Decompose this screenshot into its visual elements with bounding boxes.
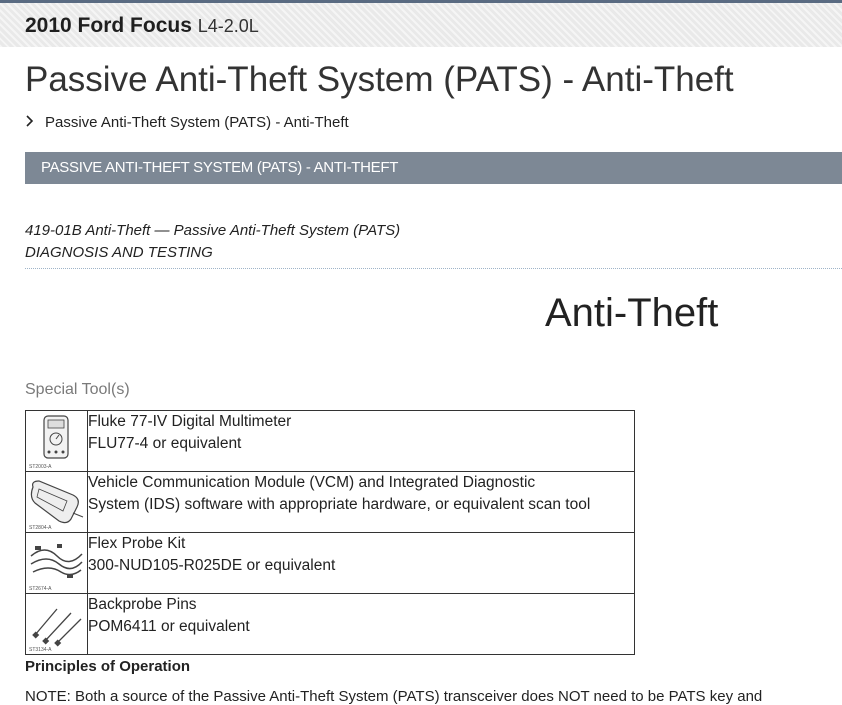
tool-image-cell: ST2804-A	[25, 471, 88, 533]
vehicle-header-bar: 2010 Ford Focus L4-2.0L	[0, 0, 842, 47]
tool-code: ST3134-A	[29, 647, 52, 653]
tool-description: Fluke 77-IV Digital Multimeter FLU77-4 o…	[87, 410, 635, 472]
table-row: ST3134-A Backprobe Pins POM6411 or equiv…	[25, 593, 635, 655]
tool-part-number: FLU77-4 or equivalent	[88, 435, 242, 452]
table-row: ST2804-A Vehicle Communication Module (V…	[25, 471, 635, 533]
tool-description: Vehicle Communication Module (VCM) and I…	[87, 471, 635, 533]
vcm-icon	[30, 480, 84, 524]
tool-image-cell: ST3134-A	[25, 593, 88, 655]
tool-image-cell: ST2674-A	[25, 532, 88, 594]
chevron-right-icon	[25, 114, 39, 131]
procedure-reference: 419-01B Anti-Theft — Passive Anti-Theft …	[25, 220, 400, 264]
breadcrumb[interactable]: Passive Anti-Theft System (PATS) - Anti-…	[25, 114, 349, 131]
tool-code: ST2674-A	[29, 586, 52, 592]
tool-part-number: System (IDS) software with appropriate h…	[88, 496, 591, 513]
section-heading: Anti-Theft	[545, 291, 719, 335]
breadcrumb-item[interactable]: Passive Anti-Theft System (PATS) - Anti-…	[45, 114, 349, 131]
tool-description: Flex Probe Kit 300-NUD105-R025DE or equi…	[87, 532, 635, 594]
engine-label: L4-2.0L	[197, 16, 259, 36]
tool-name: Vehicle Communication Module (VCM) and I…	[88, 474, 536, 491]
vehicle-name: 2010 Ford Focus	[25, 14, 192, 37]
tool-name: Flex Probe Kit	[88, 535, 186, 552]
tool-part-number: POM6411 or equivalent	[88, 618, 250, 635]
special-tools-label: Special Tool(s)	[25, 381, 130, 398]
multimeter-icon	[43, 415, 69, 459]
probe-kit-icon	[30, 544, 83, 578]
procedure-line-1: 419-01B Anti-Theft — Passive Anti-Theft …	[25, 222, 401, 239]
page-title: Passive Anti-Theft System (PATS) - Anti-…	[25, 60, 734, 99]
note-text: NOTE: Both a source of the Passive Anti-…	[25, 688, 763, 705]
tool-name: Backprobe Pins	[88, 596, 197, 613]
special-tools-table: ST2003-A Fluke 77-IV Digital Multimeter …	[25, 410, 635, 655]
divider	[25, 268, 842, 269]
table-row: ST2674-A Flex Probe Kit 300-NUD105-R025D…	[25, 532, 635, 594]
tool-image-cell: ST2003-A	[25, 410, 88, 472]
tool-code: ST2804-A	[29, 525, 52, 531]
vehicle-title: 2010 Ford Focus L4-2.0L	[25, 14, 259, 38]
tool-code: ST2003-A	[29, 464, 52, 470]
procedure-line-2: DIAGNOSIS AND TESTING	[25, 244, 213, 261]
tool-name: Fluke 77-IV Digital Multimeter	[88, 413, 292, 430]
tool-part-number: 300-NUD105-R025DE or equivalent	[88, 557, 336, 574]
section-header-bar: PASSIVE ANTI-THEFT SYSTEM (PATS) - ANTI-…	[25, 152, 842, 184]
principles-heading: Principles of Operation	[25, 658, 191, 675]
tool-description: Backprobe Pins POM6411 or equivalent	[87, 593, 635, 655]
table-row: ST2003-A Fluke 77-IV Digital Multimeter …	[25, 410, 635, 472]
backprobe-pins-icon	[32, 608, 82, 647]
